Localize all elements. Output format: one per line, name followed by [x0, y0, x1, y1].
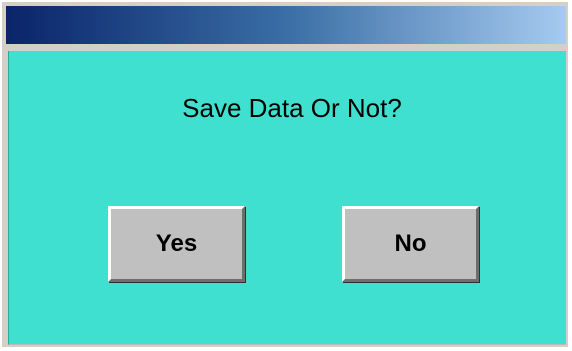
dialog-message-container: Save Data Or Not? — [0, 93, 572, 123]
dialog-titlebar[interactable] — [6, 6, 566, 44]
yes-button-label: Yes — [155, 230, 198, 257]
yes-button[interactable]: Yes — [108, 206, 245, 282]
dialog-message: Save Data Or Not? — [182, 93, 402, 123]
no-button-label: No — [394, 230, 427, 257]
no-button[interactable]: No — [342, 206, 479, 282]
